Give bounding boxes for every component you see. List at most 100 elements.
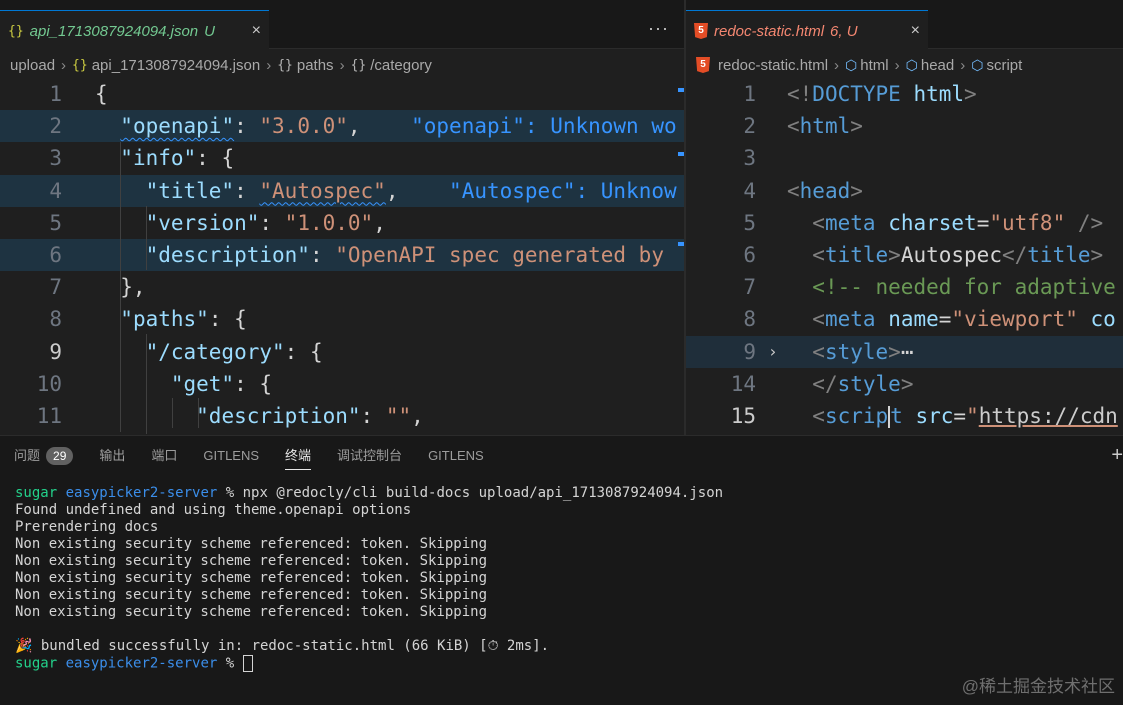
line-number: 5 bbox=[743, 210, 756, 235]
html-editor-group: 5 redoc-static.html 6, U × 5 redoc-stati… bbox=[686, 0, 1123, 435]
code-line[interactable]: 11 "description": "", bbox=[0, 400, 684, 432]
code-line[interactable]: 9 › <style>⋯ bbox=[686, 335, 1123, 368]
code-line[interactable]: 3 bbox=[686, 142, 1123, 174]
code-token: </ bbox=[812, 371, 838, 396]
code-token: "Autospec" bbox=[259, 178, 386, 203]
close-icon[interactable]: × bbox=[252, 22, 261, 40]
line-number: 14 bbox=[730, 371, 756, 396]
chevron-right-icon: › bbox=[339, 56, 345, 74]
panel-tab[interactable]: GITLENS bbox=[203, 436, 259, 476]
breadcrumb-item[interactable]: html bbox=[860, 57, 888, 74]
chevron-right-icon: › bbox=[960, 56, 966, 74]
panel-tab[interactable]: 问题 29 bbox=[14, 436, 74, 476]
code-token: name bbox=[888, 307, 939, 332]
more-actions-icon[interactable]: ··· bbox=[648, 18, 669, 39]
code-token: = bbox=[976, 210, 990, 235]
breadcrumb-item[interactable]: api_1713087924094.json bbox=[92, 57, 261, 74]
code-line[interactable]: 1{ bbox=[0, 78, 684, 110]
code-token: "version" bbox=[145, 210, 260, 235]
code-line[interactable]: 9 "/category": { bbox=[0, 336, 684, 368]
code-line[interactable]: 5 "version": "1.0.0", bbox=[0, 207, 684, 239]
code-line[interactable]: 2 "openapi": "3.0.0", "openapi": Unknown… bbox=[0, 110, 684, 143]
line-number: 2 bbox=[49, 114, 62, 139]
prompt-dir: easypicker2-server bbox=[65, 485, 218, 501]
code-line[interactable]: 10 "get": { bbox=[0, 368, 684, 400]
code-line[interactable]: 4 <head> bbox=[686, 175, 1123, 207]
code-token: : { bbox=[234, 371, 273, 396]
fold-chevron-icon[interactable]: › bbox=[768, 336, 778, 368]
terminal-success-line: 🎉 bundled successfully in: redoc-static.… bbox=[15, 638, 550, 654]
code-line[interactable]: 6 <title>Autospec</title> bbox=[686, 239, 1123, 271]
line-number: 7 bbox=[49, 275, 62, 300]
code-token: : bbox=[259, 210, 285, 235]
html5-file-icon: 5 bbox=[696, 57, 710, 73]
json-editor-group: {} api_1713087924094.json U × ··· upload… bbox=[0, 0, 684, 435]
code-token: "viewport" bbox=[951, 307, 1078, 332]
code-text: <script src="https://cdn bbox=[787, 400, 1118, 432]
code-token: t bbox=[890, 404, 903, 428]
code-line[interactable]: 5 <meta charset="utf8" /> bbox=[686, 207, 1123, 239]
code-token: , bbox=[385, 178, 450, 203]
breadcrumb-item[interactable]: head bbox=[921, 57, 954, 74]
breadcrumb-item[interactable]: paths bbox=[297, 57, 334, 74]
code-editor-json[interactable]: 1{2 "openapi": "3.0.0", "openapi": Unkno… bbox=[0, 78, 684, 435]
editor-tabbar: 5 redoc-static.html 6, U × bbox=[686, 0, 1123, 51]
tab-redoc-html[interactable]: 5 redoc-static.html 6, U × bbox=[686, 10, 928, 51]
breadcrumb-item[interactable]: redoc-static.html bbox=[718, 57, 828, 74]
terminal-output-line: Prerendering docs bbox=[15, 519, 159, 535]
code-text: "version": "1.0.0", bbox=[95, 207, 386, 239]
line-number: 6 bbox=[743, 243, 756, 267]
code-line[interactable]: 8 "paths": { bbox=[0, 303, 684, 335]
code-line[interactable]: 2 <html> bbox=[686, 110, 1123, 142]
code-token: "get" bbox=[170, 371, 235, 396]
breadcrumb-item[interactable]: upload bbox=[10, 57, 55, 74]
json-file-icon: {} bbox=[72, 57, 88, 73]
indent-guide bbox=[198, 398, 199, 428]
breadcrumb-item[interactable]: /category bbox=[370, 57, 432, 74]
line-number: 15 bbox=[730, 404, 756, 428]
code-token: , bbox=[373, 210, 386, 235]
panel-tab-label: 终端 bbox=[285, 448, 312, 463]
code-line[interactable]: 6 "description": "OpenAPI spec generated… bbox=[0, 239, 684, 271]
terminal-output-line: Non existing security scheme referenced:… bbox=[15, 553, 488, 569]
element-cube-icon: ⬡ bbox=[971, 56, 984, 73]
indent-guide bbox=[120, 142, 121, 432]
prompt-symbol: % bbox=[225, 485, 235, 501]
panel-tab[interactable]: GITLENS bbox=[428, 436, 484, 476]
code-token: "description" bbox=[196, 404, 361, 428]
close-icon[interactable]: × bbox=[911, 22, 920, 40]
code-line[interactable]: 1 <!DOCTYPE html> bbox=[686, 78, 1123, 110]
breadcrumb-item[interactable]: script bbox=[986, 57, 1022, 74]
line-number: 6 bbox=[49, 243, 62, 267]
code-line[interactable]: 7 <!-- needed for adaptive bbox=[686, 271, 1123, 303]
plus-icon[interactable]: + bbox=[1111, 444, 1123, 467]
code-line[interactable]: 4 "title": "Autospec", "Autospec": Unkno… bbox=[0, 174, 684, 207]
code-token: > bbox=[850, 178, 863, 203]
code-editor-html[interactable]: 1 <!DOCTYPE html> 2 <html> 3 4 <head> 5 <meta c… bbox=[686, 78, 1123, 435]
line-number: 4 bbox=[49, 178, 62, 203]
code-token: https://cdn bbox=[978, 404, 1118, 428]
panel-tab[interactable]: 调试控制台 bbox=[337, 436, 402, 476]
line-number: 9 bbox=[49, 339, 62, 364]
code-text: "title": "Autospec", "Autospec": Unknow bbox=[95, 175, 677, 207]
code-line[interactable]: 14 </style> bbox=[686, 368, 1123, 400]
panel-tab[interactable]: 终端 bbox=[285, 436, 312, 476]
code-line[interactable]: 7 }, bbox=[0, 271, 684, 303]
code-line[interactable]: 3 "info": { bbox=[0, 142, 684, 174]
tab-api-json[interactable]: {} api_1713087924094.json U × bbox=[0, 10, 269, 51]
terminal[interactable]: sugar easypicker2-server % npx @redocly/… bbox=[15, 485, 1123, 672]
panel-tab-label: 输出 bbox=[99, 448, 126, 463]
code-token: : bbox=[360, 404, 386, 428]
code-token: /> bbox=[1077, 210, 1104, 235]
panel-tab[interactable]: 端口 bbox=[151, 436, 177, 476]
panel-tab[interactable]: 输出 bbox=[99, 436, 125, 476]
code-line[interactable]: 8 <meta name="viewport" co bbox=[686, 303, 1123, 335]
code-token: style bbox=[824, 339, 889, 364]
code-line[interactable]: 15 <script src="https://cdn bbox=[686, 400, 1123, 432]
